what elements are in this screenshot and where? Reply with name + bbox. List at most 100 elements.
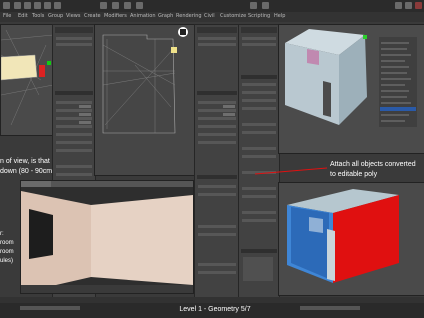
- redo-icon[interactable]: [54, 2, 61, 9]
- viewport-bottom-left-drawing: [21, 181, 193, 293]
- panel-2-row[interactable]: [198, 37, 236, 40]
- new-icon[interactable]: [14, 2, 21, 9]
- panel-3-row[interactable]: [242, 123, 276, 126]
- panel-2-row[interactable]: [198, 263, 236, 266]
- menu-help[interactable]: Help: [274, 13, 285, 19]
- annotation-arrow: [255, 167, 328, 175]
- panel-3-row[interactable]: [242, 99, 276, 102]
- panel-3-row[interactable]: [242, 83, 276, 86]
- open-icon[interactable]: [24, 2, 31, 9]
- undo-icon[interactable]: [44, 2, 51, 9]
- panel-2-row[interactable]: [198, 141, 236, 144]
- viewport-top-left-drawing: [1, 29, 53, 126]
- panel-2-row[interactable]: [198, 101, 236, 104]
- panel-2-row[interactable]: [198, 125, 236, 128]
- viewport-top-left[interactable]: [0, 24, 54, 136]
- viewport-bottom-left[interactable]: [20, 180, 194, 294]
- panel-3-rollout-header[interactable]: [241, 249, 277, 253]
- panel-1-row[interactable]: [56, 133, 92, 136]
- panel-3-row[interactable]: [242, 147, 276, 150]
- panel-1-row[interactable]: [56, 101, 92, 104]
- menu-civil[interactable]: Civil: [204, 13, 215, 19]
- panel-3-row[interactable]: [242, 91, 276, 94]
- panel-3-row[interactable]: [242, 195, 276, 198]
- panel-2-spinner[interactable]: [223, 113, 235, 116]
- menu-tools[interactable]: Tools: [32, 13, 44, 19]
- panel-1-row[interactable]: [56, 125, 92, 128]
- menu-customize[interactable]: Customize: [220, 13, 246, 19]
- command-panel-2: [194, 24, 240, 298]
- left-caption-line-1: n of view, is that: [0, 158, 50, 165]
- left-caption-line-2: down (80 - 90cm): [0, 168, 55, 175]
- render-setup-icon[interactable]: [262, 2, 269, 9]
- menu-graph[interactable]: Graph: [158, 13, 173, 19]
- rotate-icon[interactable]: [124, 2, 131, 9]
- menu-group[interactable]: Group: [48, 13, 63, 19]
- status-bar: Level 1 - Geometry 5/7: [0, 297, 424, 318]
- panel-2-spinner[interactable]: [223, 105, 235, 108]
- menu-scripting[interactable]: Scripting: [248, 13, 270, 19]
- move-icon[interactable]: [112, 2, 119, 9]
- panel-1-row[interactable]: [56, 173, 92, 176]
- panel-1-row[interactable]: [56, 109, 92, 112]
- menu-file[interactable]: File: [3, 13, 11, 19]
- menu-create[interactable]: Create: [84, 13, 101, 19]
- panel-2-row[interactable]: [198, 133, 236, 136]
- panel-2-row[interactable]: [198, 193, 236, 196]
- panel-3-row[interactable]: [242, 107, 276, 110]
- panel-3-row[interactable]: [242, 43, 276, 46]
- viewport-bottom-right-drawing: [287, 189, 399, 283]
- save-icon[interactable]: [34, 2, 41, 9]
- panel-2-rollout-header[interactable]: [197, 175, 237, 179]
- menu-modifiers[interactable]: Modifiers: [104, 13, 127, 19]
- minimize-icon[interactable]: [395, 2, 402, 9]
- panel-1-rollout-header[interactable]: [55, 91, 93, 95]
- timeline-slider[interactable]: [0, 297, 424, 303]
- panel-1-spinner[interactable]: [79, 105, 91, 108]
- panel-3-row[interactable]: [242, 187, 276, 190]
- left-caption2-line-2: room: [0, 240, 14, 246]
- menu-animation[interactable]: Animation: [130, 13, 156, 19]
- panel-1-row[interactable]: [56, 165, 92, 168]
- panel-3-row[interactable]: [242, 155, 276, 158]
- left-caption2-line-3: room: [0, 249, 14, 255]
- app-icon[interactable]: [3, 2, 10, 9]
- panel-3-grid[interactable]: [243, 257, 273, 281]
- panel-1-spinner[interactable]: [79, 113, 91, 116]
- panel-3-row[interactable]: [242, 219, 276, 222]
- panel-2-row[interactable]: [198, 271, 236, 274]
- panel-3-rollout-header[interactable]: [241, 75, 277, 79]
- scale-icon[interactable]: [136, 2, 143, 9]
- playback-controls[interactable]: [300, 306, 360, 310]
- select-icon[interactable]: [100, 2, 107, 9]
- panel-2-rollout-header[interactable]: [197, 91, 237, 95]
- render-icon[interactable]: [250, 2, 257, 9]
- panel-1-row[interactable]: [56, 141, 92, 144]
- panel-3-row[interactable]: [242, 37, 276, 40]
- panel-1-row[interactable]: [56, 117, 92, 120]
- panel-2-row[interactable]: [198, 117, 236, 120]
- panel-2-row[interactable]: [198, 185, 236, 188]
- panel-1-row[interactable]: [56, 37, 92, 40]
- close-icon[interactable]: [415, 2, 422, 9]
- menu-edit[interactable]: Edit: [18, 13, 28, 19]
- panel-2-row[interactable]: [198, 225, 236, 228]
- panel-3-row[interactable]: [242, 131, 276, 134]
- menu-views[interactable]: Views: [66, 13, 80, 19]
- viewport-top-middle[interactable]: [94, 24, 196, 176]
- left-caption2-line-4: ules): [0, 258, 14, 264]
- panel-2-row[interactable]: [198, 233, 236, 236]
- viewport-top-right[interactable]: [278, 24, 424, 154]
- panel-1-row[interactable]: [56, 149, 92, 152]
- panel-1-spinner[interactable]: [79, 121, 91, 124]
- panel-3-row[interactable]: [242, 211, 276, 214]
- panel-1-header: [55, 27, 93, 33]
- panel-2-row[interactable]: [198, 43, 236, 46]
- right-caption-line-1: Attach all objects converted: [330, 161, 416, 168]
- panel-1-row[interactable]: [56, 43, 92, 46]
- status-field[interactable]: [20, 306, 80, 310]
- maximize-icon[interactable]: [405, 2, 412, 9]
- panel-2-row[interactable]: [198, 109, 236, 112]
- viewport-bottom-right[interactable]: [278, 182, 424, 296]
- menu-rendering[interactable]: Rendering: [176, 13, 202, 19]
